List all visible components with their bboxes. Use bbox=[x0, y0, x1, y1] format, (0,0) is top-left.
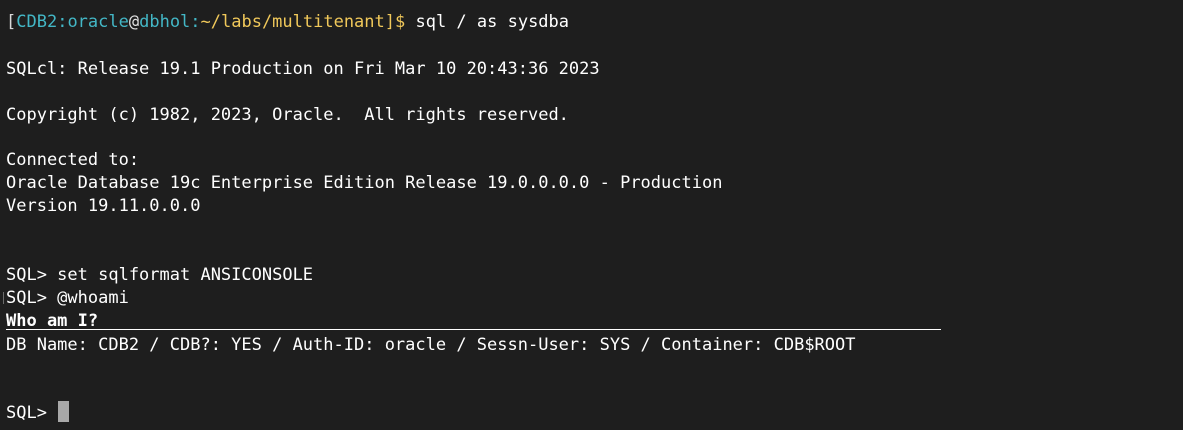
sql-command-sqlformat: SQL> set sqlformat ANSICONSOLE bbox=[6, 265, 314, 285]
prompt-cdb: CDB2: bbox=[16, 12, 68, 32]
connected-line: Connected to: bbox=[6, 150, 140, 170]
sql-prompt: SQL> bbox=[6, 403, 58, 423]
prompt-host: dbhol: bbox=[139, 12, 201, 32]
sql-command-whoami: SQL> @whoami bbox=[6, 288, 129, 308]
prompt-at: @ bbox=[128, 12, 140, 32]
version-line: Version 19.11.0.0.0 bbox=[6, 196, 201, 216]
result-header-rule bbox=[6, 329, 941, 330]
prompt-close: ]$ bbox=[384, 12, 416, 32]
result-row: DB Name: CDB2 / CDB?: YES / Auth-ID: ora… bbox=[6, 335, 856, 355]
database-line: Oracle Database 19c Enterprise Edition R… bbox=[6, 173, 723, 193]
text-cursor bbox=[58, 401, 70, 422]
prompt-user: oracle bbox=[67, 12, 129, 32]
terminal-window[interactable]: [CDB2:oracle@dbhol:~/labs/multitenant]$ … bbox=[0, 0, 1183, 430]
shell-command: sql / as sysdba bbox=[415, 12, 570, 32]
release-line: SQLcl: Release 19.1 Production on Fri Ma… bbox=[6, 59, 600, 79]
scroll-marker bbox=[3, 292, 4, 304]
shell-command-line: [CDB2:oracle@dbhol:~/labs/multitenant]$ … bbox=[6, 11, 569, 34]
sql-prompt-line[interactable]: SQL> bbox=[6, 401, 70, 424]
copyright-line: Copyright (c) 1982, 2023, Oracle. All ri… bbox=[6, 105, 569, 125]
prompt-path: ~/labs/multitenant bbox=[200, 12, 385, 32]
prompt-open-bracket: [ bbox=[6, 12, 17, 32]
